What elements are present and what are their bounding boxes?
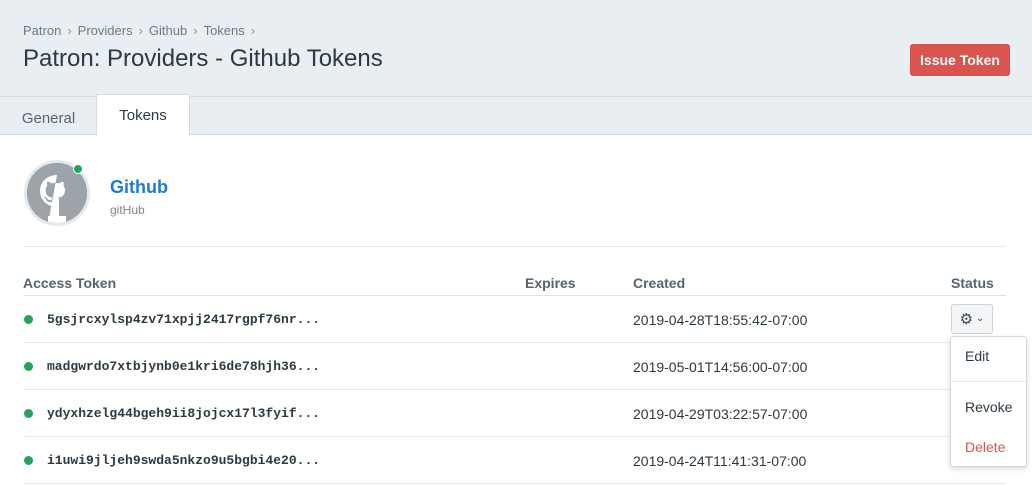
provider-name-link[interactable]: Github (110, 177, 168, 198)
access-token-value: 5gsjrcxylsp4zv71xpjj2417rgpf76nr... (47, 312, 321, 327)
tab-bar: General Tokens (0, 94, 1032, 137)
menu-divider (951, 381, 1026, 382)
issue-token-button[interactable]: Issue Token (910, 44, 1010, 76)
created-timestamp: 2019-04-24T11:41:31-07:00 (633, 453, 807, 469)
provider-subtitle: gitHub (110, 203, 145, 217)
menu-item-edit[interactable]: Edit (965, 348, 989, 364)
access-token-value: ydyxhzelg44bgeh9ii8jojcx17l3fyif... (47, 406, 321, 421)
token-status-dot (24, 456, 33, 465)
breadcrumb: Patron › Providers › Github › Tokens › (23, 23, 261, 38)
breadcrumb-separator: › (67, 23, 72, 38)
table-row[interactable]: 5gsjrcxylsp4zv71xpjj2417rgpf76nr... 2019… (23, 296, 1006, 343)
created-timestamp: 2019-04-28T18:55:42-07:00 (633, 312, 808, 328)
tab-general[interactable]: General (0, 99, 97, 137)
provider-status-dot (73, 164, 83, 174)
breadcrumb-separator: › (250, 23, 256, 38)
token-status-dot (24, 315, 33, 324)
token-status-dot (24, 362, 33, 371)
table-row[interactable]: madgwrdo7xtbjynb0e1kri6de78hjh36... 2019… (23, 343, 1006, 390)
table-row[interactable]: ydyxhzelg44bgeh9ii8jojcx17l3fyif... 2019… (23, 390, 1006, 437)
table-row[interactable]: i1uwi9jljeh9swda5nkzo9u5bgbi4e20... 2019… (23, 437, 1006, 484)
breadcrumb-separator: › (138, 23, 143, 38)
created-timestamp: 2019-05-01T14:56:00-07:00 (633, 359, 808, 375)
breadcrumb-providers[interactable]: Providers (78, 23, 133, 38)
row-actions-dropdown-button[interactable]: ⚙ ⌄ (951, 304, 993, 334)
access-token-value: madgwrdo7xtbjynb0e1kri6de78hjh36... (47, 359, 321, 374)
breadcrumb-tokens[interactable]: Tokens (204, 23, 245, 38)
menu-item-delete[interactable]: Delete (965, 439, 1005, 455)
page-header: Patron › Providers › Github › Tokens › Patro… (0, 0, 1032, 97)
row-actions-menu: Edit Revoke Delete (950, 336, 1027, 467)
breadcrumb-patron[interactable]: Patron (23, 23, 61, 38)
tab-tokens[interactable]: Tokens (96, 94, 190, 136)
menu-item-revoke[interactable]: Revoke (965, 399, 1012, 415)
access-token-value: i1uwi9jljeh9swda5nkzo9u5bgbi4e20... (47, 453, 321, 468)
token-status-dot (24, 409, 33, 418)
chevron-down-icon: ⌄ (976, 313, 985, 324)
column-header-created[interactable]: Created (633, 275, 685, 291)
breadcrumb-separator: › (193, 23, 198, 38)
breadcrumb-github[interactable]: Github (149, 23, 187, 38)
column-header-access-token[interactable]: Access Token (23, 275, 116, 291)
page-title: Patron: Providers - Github Tokens (23, 45, 383, 72)
column-header-expires[interactable]: Expires (525, 275, 576, 291)
section-divider (23, 246, 1006, 247)
created-timestamp: 2019-04-29T03:22:57-07:00 (633, 406, 808, 422)
gear-icon: ⚙ (959, 310, 974, 328)
column-header-status: Status (951, 275, 994, 291)
